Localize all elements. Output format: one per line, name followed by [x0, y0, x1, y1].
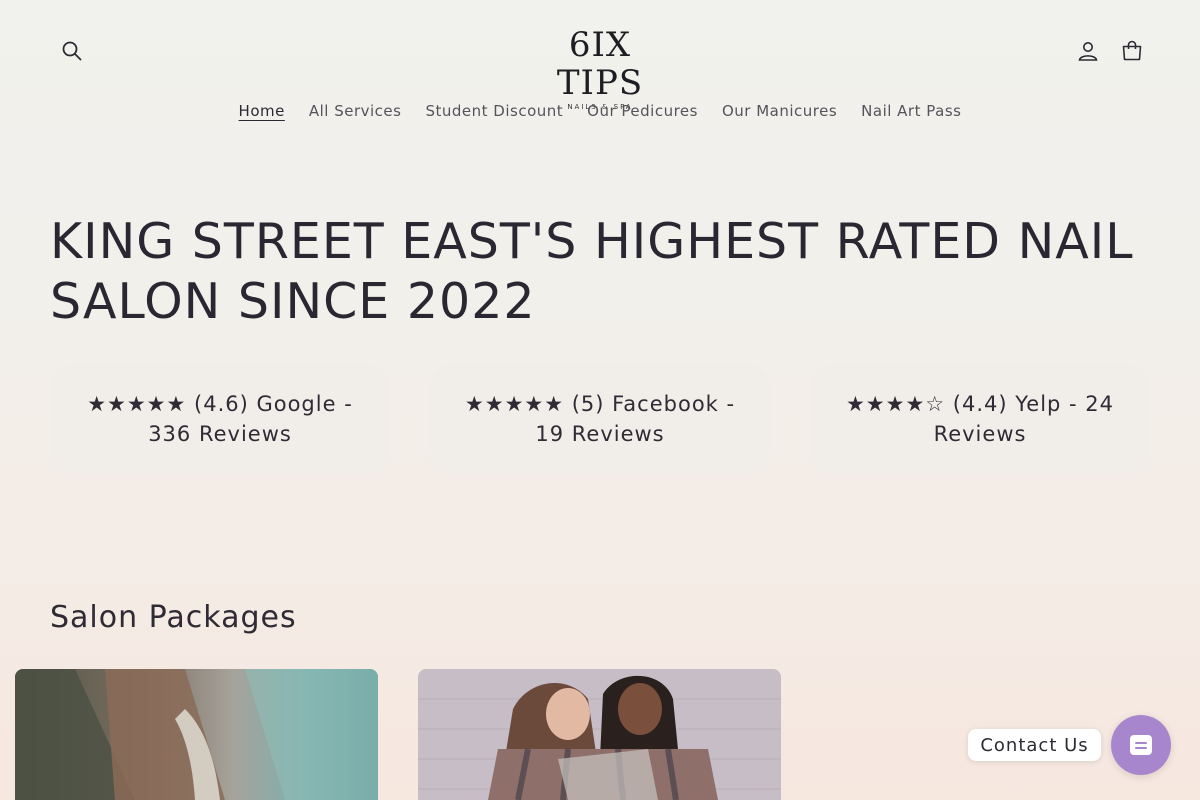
account-icon[interactable]: [1068, 31, 1108, 71]
package-image-1: [15, 669, 378, 800]
nav-item-our-manicures[interactable]: Our Manicures: [710, 100, 849, 122]
nav-item-nail-art-pass[interactable]: Nail Art Pass: [849, 100, 973, 122]
nav-item-student-discount[interactable]: Student Discount: [413, 100, 575, 122]
hero-title: KING STREET EAST'S HIGHEST RATED NAIL SA…: [50, 213, 1134, 330]
site-header: 6IX TIPS NAILS & SPA Home All Services S…: [0, 0, 1200, 140]
search-icon[interactable]: [52, 31, 92, 71]
nav-item-all-services[interactable]: All Services: [297, 100, 414, 122]
packages-title: Salon Packages: [50, 600, 297, 635]
review-card-google: ★★★★★ (4.6) Google - 336 Reviews: [50, 364, 390, 474]
nav-item-home[interactable]: Home: [227, 100, 297, 122]
reviews-row: ★★★★★ (4.6) Google - 336 Reviews ★★★★★ (…: [50, 364, 1150, 474]
main-nav: Home All Services Student Discount Our P…: [0, 100, 1200, 122]
contact-us-label[interactable]: Contact Us: [968, 729, 1101, 761]
review-card-yelp: ★★★★☆ (4.4) Yelp - 24 Reviews: [810, 364, 1150, 474]
logo-main-text: 6IX TIPS: [556, 25, 644, 103]
package-image-2: [418, 669, 781, 800]
review-card-facebook: ★★★★★ (5) Facebook - 19 Reviews: [430, 364, 770, 474]
package-card-2[interactable]: [418, 669, 781, 800]
cart-icon[interactable]: [1112, 31, 1152, 71]
site-logo[interactable]: 6IX TIPS NAILS & SPA: [530, 26, 670, 111]
contact-chat-button[interactable]: [1111, 715, 1171, 775]
chat-icon: [1130, 735, 1152, 755]
nav-item-our-pedicures[interactable]: Our Pedicures: [575, 100, 710, 122]
package-card-1[interactable]: [15, 669, 378, 800]
